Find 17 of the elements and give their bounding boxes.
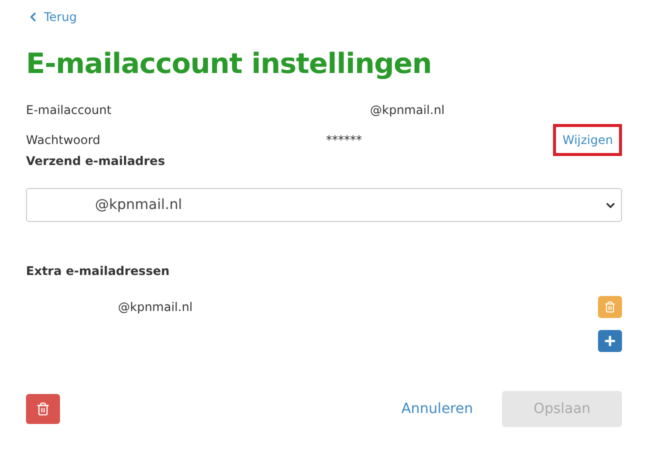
sender-select[interactable]: @kpnmail.nl [26, 188, 622, 222]
trash-icon [36, 402, 50, 416]
field-value: ****** [326, 132, 362, 149]
plus-icon [603, 334, 617, 348]
trash-icon [604, 301, 616, 313]
section-heading: Verzend e-mailadres [26, 153, 166, 170]
extra-address: @kpnmail.nl [118, 299, 193, 316]
back-link[interactable]: Terug [26, 8, 622, 26]
field-value: @kpnmail.nl [370, 102, 445, 119]
delete-account-button[interactable] [26, 394, 60, 424]
field-label: E-mailaccount [26, 102, 112, 119]
add-address-button[interactable] [598, 330, 622, 352]
section-heading: Extra e-mailadressen [26, 263, 171, 280]
cancel-link[interactable]: Annuleren [401, 398, 473, 420]
field-label: Wachtwoord [26, 132, 102, 149]
change-link[interactable]: Wijzigen [562, 133, 613, 147]
page-title: E-mailaccount instellingen [26, 46, 433, 82]
